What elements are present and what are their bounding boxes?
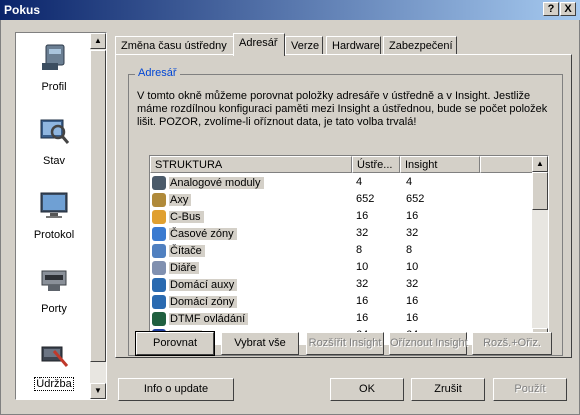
row-insight-count: 16 bbox=[406, 312, 419, 324]
description-text: V tomto okně můžeme porovnat položky adr… bbox=[137, 90, 548, 128]
row-insight-count: 32 bbox=[406, 278, 419, 290]
row-type-icon bbox=[152, 311, 166, 326]
row-panel-count: 16 bbox=[356, 312, 369, 324]
cancel-button[interactable]: Zrušit bbox=[411, 378, 485, 401]
trim-insight-button[interactable]: Oříznout Insight bbox=[389, 332, 468, 355]
row-panel-count: 16 bbox=[356, 210, 369, 222]
table-row[interactable]: Časové zóny 32 32 bbox=[150, 225, 534, 242]
table-row[interactable]: Domácí zóny 16 16 bbox=[150, 293, 534, 310]
sidebar-item-profil[interactable]: Profil bbox=[18, 35, 90, 105]
select-all-button[interactable]: Vybrat vše bbox=[221, 332, 299, 355]
sidebar-item-udrzba[interactable]: Údržba bbox=[18, 331, 90, 401]
row-panel-count: 652 bbox=[356, 193, 375, 205]
row-panel-count: 4 bbox=[356, 176, 363, 188]
sidebar-item-label: Porty bbox=[41, 303, 67, 315]
tab-panel-adresar: Adresář V tomto okně můžeme porovnat pol… bbox=[115, 54, 572, 358]
table-row[interactable]: Domácí auxy 32 32 bbox=[150, 276, 534, 293]
compare-button[interactable]: Porovnat bbox=[135, 331, 215, 356]
close-window-button[interactable]: X bbox=[560, 2, 576, 16]
row-insight-count: 32 bbox=[406, 227, 419, 239]
row-type-icon bbox=[152, 175, 166, 190]
row-insight-count: 4 bbox=[406, 176, 413, 188]
scroll-up-icon[interactable]: ▲ bbox=[532, 156, 548, 172]
row-type-icon bbox=[152, 277, 166, 292]
row-insight-count: 10 bbox=[406, 261, 419, 273]
maintenance-tools-icon bbox=[41, 346, 69, 367]
column-header-struktura[interactable]: STRUKTURA bbox=[150, 156, 352, 173]
row-insight-count: 8 bbox=[406, 244, 413, 256]
row-name: Axy bbox=[169, 193, 192, 206]
row-type-icon bbox=[152, 260, 166, 275]
tab-verze[interactable]: Verze bbox=[285, 36, 323, 55]
row-type-icon bbox=[152, 192, 166, 207]
row-insight-count: 652 bbox=[406, 193, 425, 205]
sidebar-nav: Profil Stav Protokol Porty Údržba ▲ ▼ bbox=[15, 32, 107, 400]
sidebar-item-porty[interactable]: Porty bbox=[18, 257, 90, 327]
extend-insight-button[interactable]: Rozšířit Insight bbox=[306, 332, 384, 355]
row-name: Časové zóny bbox=[169, 227, 237, 240]
column-header-empty bbox=[480, 156, 534, 173]
sidebar-scrollbar[interactable]: ▲ ▼ bbox=[90, 33, 106, 399]
table-scrollbar[interactable]: ▲ ▼ bbox=[532, 156, 548, 344]
magnifier-monitor-icon bbox=[40, 119, 70, 144]
row-panel-count: 32 bbox=[356, 278, 369, 290]
table-row[interactable]: Analogové moduly 4 4 bbox=[150, 174, 534, 191]
column-header-ustredna[interactable]: Ústře... bbox=[352, 156, 400, 173]
info-update-button[interactable]: Info o update bbox=[118, 378, 234, 401]
group-title: Adresář bbox=[135, 67, 180, 79]
tab-adresar[interactable]: Adresář bbox=[233, 33, 285, 56]
scroll-thumb[interactable] bbox=[532, 172, 548, 210]
row-type-icon bbox=[152, 294, 166, 309]
scroll-thumb[interactable] bbox=[90, 50, 106, 362]
row-panel-count: 10 bbox=[356, 261, 369, 273]
row-name: Analogové moduly bbox=[169, 176, 264, 189]
table-row[interactable]: Diáře 10 10 bbox=[150, 259, 534, 276]
sidebar-item-protokol[interactable]: Protokol bbox=[18, 183, 90, 253]
sidebar-item-label: Protokol bbox=[33, 229, 75, 241]
row-type-icon bbox=[152, 209, 166, 224]
port-icon bbox=[41, 270, 67, 291]
tab-zabezpeceni[interactable]: Zabezpečení bbox=[383, 36, 457, 55]
table-row[interactable]: Axy 652 652 bbox=[150, 191, 534, 208]
row-panel-count: 32 bbox=[356, 227, 369, 239]
row-panel-count: 8 bbox=[356, 244, 363, 256]
sidebar-item-label: Údržba bbox=[34, 377, 74, 391]
ok-button[interactable]: OK bbox=[330, 378, 404, 401]
row-type-icon bbox=[152, 226, 166, 241]
title-bar: Pokus ? X bbox=[0, 0, 580, 20]
profile-icon bbox=[42, 44, 65, 70]
structure-table[interactable]: STRUKTURA Ústře... Insight Analogové mod… bbox=[149, 155, 549, 345]
row-insight-count: 16 bbox=[406, 295, 419, 307]
table-row[interactable]: C-Bus 16 16 bbox=[150, 208, 534, 225]
window-title: Pokus bbox=[4, 3, 41, 17]
tab-zmena-casu[interactable]: Změna času ústředny bbox=[115, 36, 234, 55]
sidebar-item-stav[interactable]: Stav bbox=[18, 109, 90, 179]
monitor-icon bbox=[40, 192, 68, 218]
table-row[interactable]: DTMF ovládání 16 16 bbox=[150, 310, 534, 327]
row-name: C-Bus bbox=[169, 210, 204, 223]
apply-button[interactable]: Použít bbox=[493, 378, 567, 401]
row-name: Domácí auxy bbox=[169, 278, 238, 291]
row-name: DTMF ovládání bbox=[169, 312, 249, 325]
tab-hardware[interactable]: Hardware bbox=[326, 36, 381, 55]
row-panel-count: 16 bbox=[356, 295, 369, 307]
sidebar-item-label: Profil bbox=[41, 81, 67, 93]
scroll-down-icon[interactable]: ▼ bbox=[90, 383, 106, 399]
row-name: Diáře bbox=[169, 261, 200, 274]
row-insight-count: 16 bbox=[406, 210, 419, 222]
scroll-up-icon[interactable]: ▲ bbox=[90, 33, 106, 49]
column-header-insight[interactable]: Insight bbox=[400, 156, 480, 173]
table-row[interactable]: Čítače 8 8 bbox=[150, 242, 534, 259]
extend-trim-button[interactable]: Rozš.+Ořiz. bbox=[472, 332, 552, 355]
row-name: Domácí zóny bbox=[169, 295, 238, 308]
address-book-group: Adresář V tomto okně můžeme porovnat pol… bbox=[128, 67, 563, 356]
help-button[interactable]: ? bbox=[543, 2, 559, 16]
sidebar-item-label: Stav bbox=[42, 155, 65, 167]
row-name: Čítače bbox=[169, 244, 205, 257]
row-type-icon bbox=[152, 243, 166, 258]
